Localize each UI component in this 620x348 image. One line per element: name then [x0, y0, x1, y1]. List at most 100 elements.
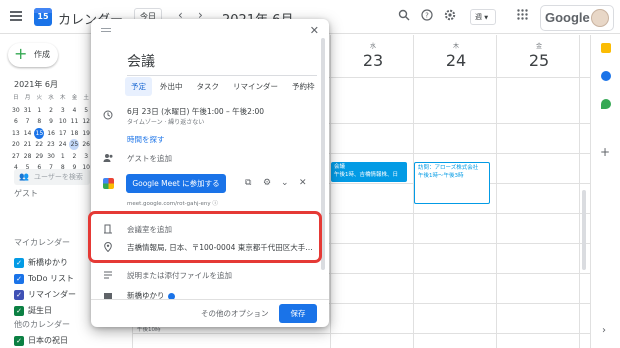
chevron-down-icon[interactable]: ⌄ — [281, 178, 289, 188]
tab-event-type[interactable]: リマインダー — [227, 77, 284, 96]
mini-day[interactable]: 17 — [57, 128, 69, 140]
grid-line — [132, 333, 620, 334]
mini-weekday: 水 — [48, 95, 54, 101]
checkbox-icon[interactable]: ✓ — [14, 258, 24, 268]
avatar[interactable] — [591, 9, 609, 27]
meet-url-text: meet.google.com/rot-gahj-eny — [127, 201, 211, 207]
mini-day[interactable]: 4 — [69, 105, 81, 117]
tab-event-type[interactable]: タスク — [191, 77, 226, 96]
search-icon[interactable] — [397, 9, 411, 23]
calendar-list-item[interactable]: ✓ 新橋ゆかり — [14, 257, 68, 269]
maps-icon[interactable] — [601, 99, 611, 109]
create-button[interactable]: + 作成 — [8, 43, 58, 67]
mini-day[interactable]: 30 — [45, 151, 57, 163]
mini-day[interactable]: 23 — [45, 139, 57, 151]
help-icon[interactable]: ? — [420, 9, 434, 23]
keep-icon[interactable] — [601, 43, 611, 53]
calendar-list-item[interactable]: ✓ 日本の祝日 — [14, 335, 68, 347]
mini-day[interactable]: 14 — [22, 128, 34, 140]
meet-settings-icon[interactable]: ⚙ — [263, 178, 271, 188]
checkbox-icon[interactable]: ✓ — [14, 274, 24, 284]
mini-calendar-week: 30 31 1 2 3 4 5 — [10, 105, 92, 117]
account-box[interactable]: Google — [540, 5, 614, 31]
timezone-repeat-text[interactable]: タイムゾーン · 繰り返さない — [127, 117, 204, 126]
menu-icon[interactable] — [10, 11, 22, 21]
drag-handle-icon[interactable] — [101, 28, 111, 34]
day-number[interactable]: 24 — [416, 51, 496, 70]
add-addon-icon[interactable]: + — [600, 145, 610, 159]
find-time-link[interactable]: 時間を探す — [127, 134, 165, 145]
other-calendars-label[interactable]: 他のカレンダー — [14, 319, 70, 330]
remove-meet-icon[interactable]: ✕ — [299, 178, 307, 188]
day-number[interactable]: 23 — [333, 51, 413, 70]
tab-event-type[interactable]: 外出中 — [154, 77, 189, 96]
save-button[interactable]: 保存 — [279, 304, 317, 323]
guest-section-label: ゲスト — [14, 189, 38, 198]
settings-gear-icon[interactable] — [443, 9, 457, 23]
my-calendars-label[interactable]: マイカレンダー — [14, 237, 70, 248]
meet-url[interactable]: meet.google.com/rot-gahj-eny ⓘ — [127, 199, 218, 207]
apps-grid-icon[interactable] — [515, 9, 529, 23]
tab-event-type[interactable]: 予約枠 — [286, 77, 321, 96]
calendar-list-item[interactable]: ✓ ToDo リスト — [14, 273, 74, 285]
mini-day[interactable]: 25 — [69, 139, 80, 150]
mini-day[interactable]: 10 — [57, 116, 69, 128]
mini-day[interactable]: 24 — [57, 139, 69, 151]
mini-day[interactable]: 27 — [10, 151, 22, 163]
date-time-text[interactable]: 6月 23日 (水曜日) 午後1:00 – 午後2:00 — [127, 106, 264, 117]
join-meet-button[interactable]: Google Meet に参加する — [126, 174, 226, 193]
user-search-input[interactable]: 👥 ユーザーを検索 — [14, 169, 90, 185]
mini-day[interactable]: 21 — [22, 139, 34, 151]
event-title-input[interactable]: 会議 — [127, 51, 317, 76]
mini-day[interactable]: 1 — [57, 151, 69, 163]
mini-day[interactable]: 16 — [45, 128, 57, 140]
create-label: 作成 — [34, 50, 50, 59]
mini-day[interactable]: 1 — [33, 105, 45, 117]
event-visit[interactable]: 訪問：アローズ株式会社 午後1時～午後3時 — [414, 162, 490, 204]
calendar-name: 日本の祝日 — [28, 336, 68, 345]
chevron-right-icon[interactable]: › — [602, 325, 606, 336]
mini-day[interactable]: 2 — [69, 151, 81, 163]
mini-day[interactable]: 13 — [10, 128, 22, 140]
mini-day[interactable]: 9 — [45, 116, 57, 128]
mini-day[interactable]: 11 — [69, 116, 81, 128]
add-description-field[interactable]: 説明または添付ファイルを追加 — [127, 270, 232, 281]
day-header-25[interactable]: 金 25 — [499, 41, 579, 70]
view-selector[interactable]: 週 ▼ — [470, 9, 496, 25]
more-options-button[interactable]: その他のオプション — [201, 308, 269, 319]
mini-day[interactable]: 30 — [10, 105, 22, 117]
calendar-list-item[interactable]: ✓ 誕生日 — [14, 305, 52, 317]
close-icon[interactable]: ✕ — [310, 24, 319, 37]
mini-day[interactable]: 15 — [34, 127, 45, 139]
day-header-23[interactable]: 水 23 — [333, 41, 413, 70]
day-number[interactable]: 25 — [499, 51, 579, 70]
mini-day[interactable]: 20 — [10, 139, 22, 151]
mini-day[interactable]: 3 — [57, 105, 69, 117]
mini-calendar-week: 20 21 22 23 24 25 26 — [10, 139, 92, 151]
mini-day[interactable]: 28 — [22, 151, 34, 163]
mini-day[interactable]: 8 — [33, 116, 45, 128]
google-logo: Google — [545, 10, 590, 25]
day-header-24[interactable]: 木 24 — [416, 41, 496, 70]
mini-day[interactable]: 2 — [45, 105, 57, 117]
checkbox-icon[interactable]: ✓ — [14, 306, 24, 316]
mini-day[interactable]: 31 — [22, 105, 34, 117]
grid-scrollbar[interactable] — [582, 190, 586, 270]
copy-icon[interactable]: ⧉ — [245, 178, 251, 188]
mini-day[interactable]: 29 — [33, 151, 45, 163]
checkbox-icon[interactable]: ✓ — [14, 290, 24, 300]
grid-line — [579, 35, 580, 348]
mini-weekday: 月 — [24, 95, 31, 101]
tab-event-type[interactable]: 予定 — [125, 77, 152, 96]
mini-day[interactable]: 7 — [22, 116, 34, 128]
calendar-list-item[interactable]: ✓ リマインダー — [14, 289, 76, 301]
checkbox-icon[interactable]: ✓ — [14, 336, 24, 346]
mini-calendar-week: 27 28 29 30 1 2 3 — [10, 151, 92, 163]
mini-day[interactable]: 22 — [33, 139, 45, 151]
mini-day[interactable]: 6 — [10, 116, 22, 128]
mini-day[interactable]: 18 — [69, 128, 81, 140]
add-guests-field[interactable]: ゲストを追加 — [127, 153, 172, 164]
google-meet-icon — [103, 178, 114, 189]
tasks-icon[interactable] — [601, 71, 611, 81]
event-meeting[interactable]: 会議 午後1時、吉橋情報株、日 — [331, 162, 407, 182]
